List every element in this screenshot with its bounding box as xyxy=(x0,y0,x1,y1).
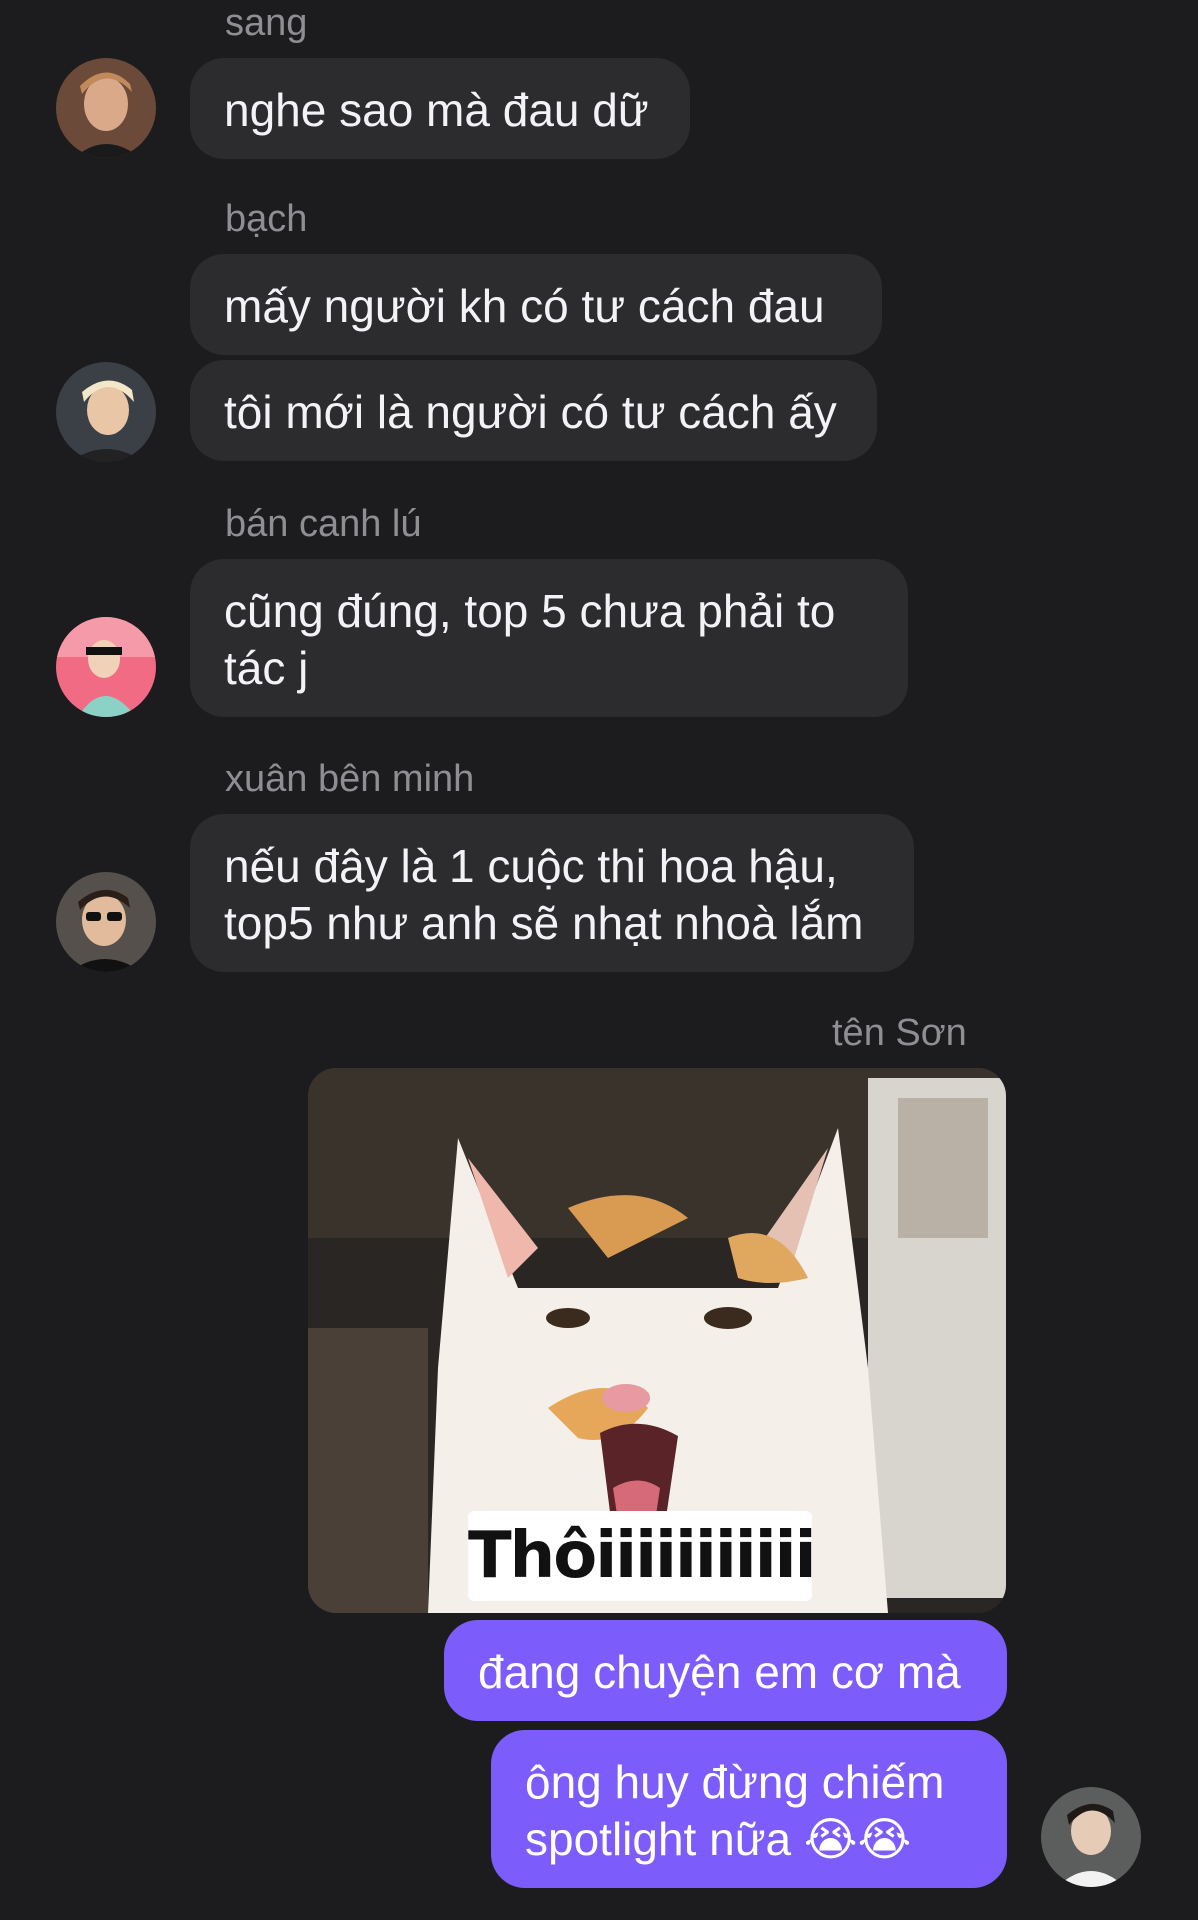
sender-name-sang: sang xyxy=(225,2,308,44)
message-bubble[interactable]: tôi mới là người có tư cách ấy xyxy=(190,360,877,461)
ten-son-avatar-icon[interactable] xyxy=(1041,1787,1141,1887)
message-bubble[interactable]: cũng đúng, top 5 chưa phải to tác j xyxy=(190,559,908,717)
sender-name-xuan-ben-minh: xuân bên minh xyxy=(225,758,475,800)
cat-meme-image[interactable]: Thôiiiiiiiiiii xyxy=(308,1068,1006,1613)
message-bubble[interactable]: nghe sao mà đau dữ xyxy=(190,58,690,159)
xuan-ben-minh-avatar-icon[interactable] xyxy=(56,872,156,972)
meme-caption: Thôiiiiiiiiiii xyxy=(468,1511,817,1601)
ban-canh-lu-avatar-icon[interactable] xyxy=(56,617,156,717)
message-bubble-outgoing[interactable]: đang chuyện em cơ mà xyxy=(444,1620,1007,1721)
sang-avatar-icon[interactable] xyxy=(56,58,156,158)
bach-avatar-icon[interactable] xyxy=(56,362,156,462)
sender-name-ten-son: tên Sơn xyxy=(832,1012,967,1054)
message-bubble[interactable]: nếu đây là 1 cuộc thi hoa hậu, top5 như … xyxy=(190,814,914,972)
message-bubble[interactable]: mấy người kh có tư cách đau xyxy=(190,254,882,355)
message-bubble-outgoing[interactable]: ông huy đừng chiếm spotlight nữa 😭😭 xyxy=(491,1730,1007,1888)
sender-name-ban-canh-lu: bán canh lú xyxy=(225,503,422,545)
sender-name-bach: bạch xyxy=(225,198,308,240)
